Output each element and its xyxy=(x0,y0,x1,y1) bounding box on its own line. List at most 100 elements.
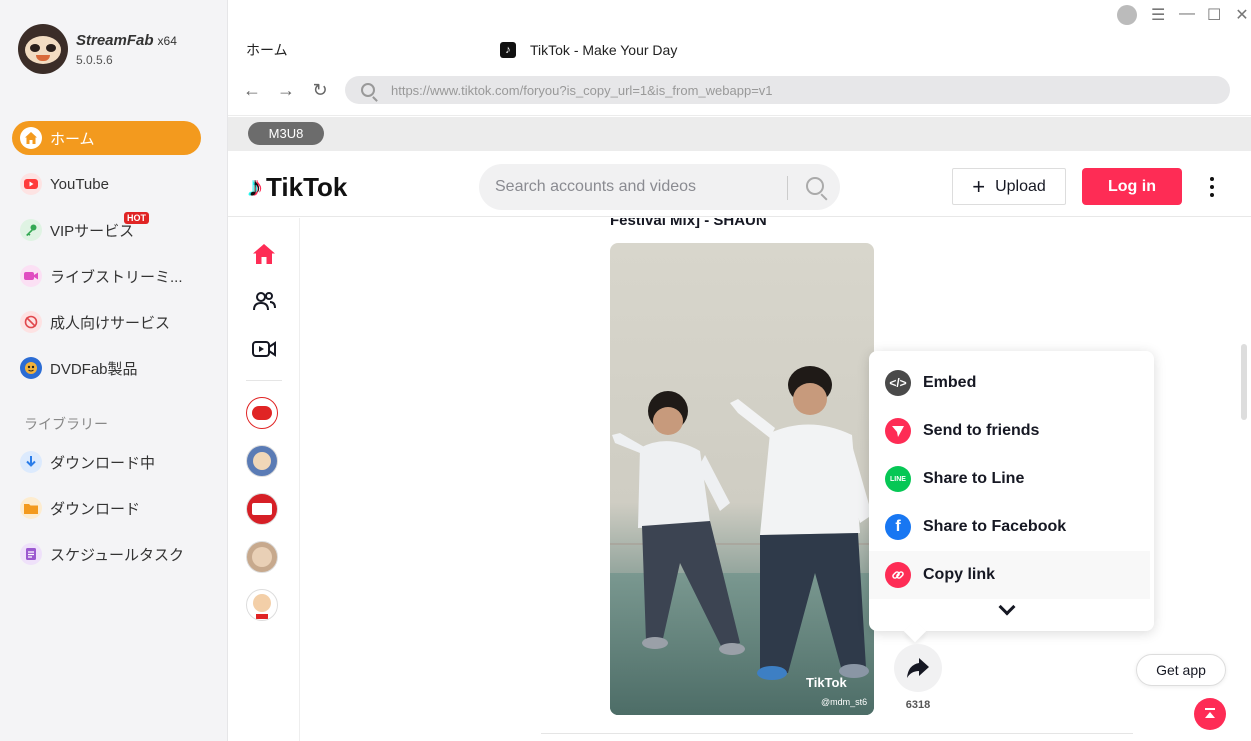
video-title: Festival Mix] - SHAUN xyxy=(610,218,767,229)
forward-icon[interactable]: → xyxy=(276,80,296,101)
search-divider xyxy=(787,176,788,200)
share-send-to-friends[interactable]: Send to friends xyxy=(869,407,1150,455)
sidebar-item-downloaded[interactable]: ダウンロード xyxy=(12,491,201,525)
sidebar-item-live[interactable]: ライブストリーミ... xyxy=(12,259,201,293)
browser-nav: ← → ↻ xyxy=(242,80,330,101)
get-app-button[interactable]: Get app xyxy=(1136,654,1226,686)
share-copy-link[interactable]: Copy link xyxy=(869,551,1150,599)
scroll-to-top-button[interactable] xyxy=(1194,698,1226,730)
tiktok-note-icon: ♪ xyxy=(248,171,262,202)
dvdfab-icon xyxy=(20,357,42,379)
avatar[interactable] xyxy=(246,541,278,573)
divider xyxy=(541,733,1133,734)
reload-icon[interactable]: ↻ xyxy=(310,80,330,101)
app-arch: x64 xyxy=(157,33,177,48)
menu-icon[interactable]: ☰ xyxy=(1151,5,1165,25)
m3u8-button[interactable]: M3U8 xyxy=(248,122,324,145)
tiktok-favicon-icon: ♪ xyxy=(500,42,516,58)
share-item-label: Share to Facebook xyxy=(923,518,1067,535)
tab-home[interactable]: ホーム xyxy=(246,40,288,60)
page-scrollbar[interactable] xyxy=(1241,344,1247,420)
sidebar-item-adult[interactable]: 成人向けサービス xyxy=(12,305,201,339)
chevron-down-icon[interactable] xyxy=(998,598,1016,616)
tiktok-logo[interactable]: ♪ TikTok xyxy=(248,171,347,203)
avatar[interactable] xyxy=(246,589,278,621)
plus-icon: + xyxy=(972,173,986,199)
video-player[interactable]: TikTok @mdm_st6 xyxy=(610,243,874,715)
tiktok-header: ♪ TikTok Search accounts and videos + Up… xyxy=(228,151,1251,217)
sidebar-item-label: 成人向けサービス xyxy=(50,314,171,332)
minimize-icon[interactable]: — xyxy=(1179,5,1195,25)
embed-icon: </> xyxy=(885,370,911,396)
sidebar-item-dvdfab[interactable]: DVDFab製品 xyxy=(12,351,201,385)
share-embed[interactable]: </> Embed xyxy=(869,359,1150,407)
tab-tiktok[interactable]: ♪ TikTok - Make Your Day xyxy=(488,32,730,68)
share-facebook[interactable]: f Share to Facebook xyxy=(869,503,1150,551)
sidebar-item-label: VIPサービス xyxy=(50,222,135,240)
sidebar-item-label: ダウンロード中 xyxy=(50,454,156,472)
share-count: 6318 xyxy=(905,699,931,711)
schedule-icon xyxy=(20,543,42,565)
library-nav: ダウンロード中 ダウンロード スケジュールタスク xyxy=(12,445,201,583)
adult-icon xyxy=(20,311,42,333)
sidebar-item-vip[interactable]: VIPサービス HOT xyxy=(12,212,201,247)
sidebar-item-schedule[interactable]: スケジュールタスク xyxy=(12,537,201,571)
facebook-icon: f xyxy=(885,514,911,540)
youtube-icon xyxy=(20,173,42,195)
arrow-up-icon xyxy=(1205,708,1215,718)
upload-button[interactable]: + Upload xyxy=(952,168,1066,205)
home-icon[interactable] xyxy=(252,242,276,266)
watermark-handle: @mdm_st6 xyxy=(821,697,868,707)
send-icon xyxy=(885,418,911,444)
maximize-icon[interactable]: ☐ xyxy=(1207,5,1221,25)
folder-icon xyxy=(20,497,42,519)
avatar[interactable] xyxy=(246,397,278,429)
sidebar-nav: ホーム YouTube VIPサービス HOT ライブストリーミ... 成人向け… xyxy=(12,121,201,397)
sidebar-item-label: YouTube xyxy=(50,175,109,193)
app-name: StreamFab xyxy=(76,31,154,49)
share-line[interactable]: LINE Share to Line xyxy=(869,455,1150,503)
streamfab-window: StreamFab x64 5.0.5.6 ホーム YouTube VIPサービ… xyxy=(0,0,1251,741)
tiktok-feed: Festival Mix] - SHAUN TikTok @mdm_st6 </… xyxy=(301,218,1251,741)
tab-title: TikTok - Make Your Day xyxy=(530,42,678,58)
following-icon[interactable] xyxy=(252,289,276,313)
sidebar-item-label: スケジュールタスク xyxy=(50,546,184,564)
avatar[interactable] xyxy=(246,445,278,477)
url-text: https://www.tiktok.com/foryou?is_copy_ur… xyxy=(391,82,773,98)
share-menu: </> Embed Send to friends LINE Share to … xyxy=(869,351,1154,631)
hot-badge: HOT xyxy=(124,212,149,224)
share-button[interactable] xyxy=(894,644,942,692)
share-arrow-icon xyxy=(907,658,929,678)
avatar[interactable] xyxy=(246,493,278,525)
sidebar-item-downloading[interactable]: ダウンロード中 xyxy=(12,445,201,479)
tiktok-search-input[interactable]: Search accounts and videos xyxy=(479,164,840,210)
app-version: 5.0.5.6 xyxy=(76,52,113,67)
tiktok-logo-text: TikTok xyxy=(266,171,348,202)
account-icon[interactable] xyxy=(1117,5,1137,25)
sidebar: StreamFab x64 5.0.5.6 ホーム YouTube VIPサービ… xyxy=(0,0,228,741)
live-icon[interactable] xyxy=(252,337,276,361)
key-icon xyxy=(20,219,42,241)
sidebar-item-youtube[interactable]: YouTube xyxy=(12,167,201,201)
url-bar[interactable]: https://www.tiktok.com/foryou?is_copy_ur… xyxy=(345,76,1230,104)
sidebar-item-label: ホーム xyxy=(50,130,95,148)
search-icon[interactable] xyxy=(806,177,824,195)
back-icon[interactable]: ← xyxy=(242,80,262,101)
sidebar-item-label: DVDFab製品 xyxy=(50,360,138,378)
video-frame xyxy=(612,366,872,680)
upload-label: Upload xyxy=(995,177,1046,195)
share-item-label: Send to friends xyxy=(923,422,1040,439)
rail-divider xyxy=(246,380,282,381)
home-icon xyxy=(20,127,42,149)
downloading-icon xyxy=(20,451,42,473)
share-item-label: Share to Line xyxy=(923,470,1025,487)
toolbar-row: M3U8 xyxy=(228,117,1251,151)
share-item-label: Copy link xyxy=(923,566,996,583)
login-button[interactable]: Log in xyxy=(1082,168,1182,205)
streamfab-logo-icon xyxy=(18,24,68,74)
close-icon[interactable]: ✕ xyxy=(1235,5,1249,25)
tab-bar: ホーム ♪ TikTok - Make Your Day xyxy=(228,32,1251,68)
sidebar-item-home[interactable]: ホーム xyxy=(12,121,201,155)
more-options-icon[interactable] xyxy=(1206,175,1218,199)
search-placeholder: Search accounts and videos xyxy=(495,178,697,195)
